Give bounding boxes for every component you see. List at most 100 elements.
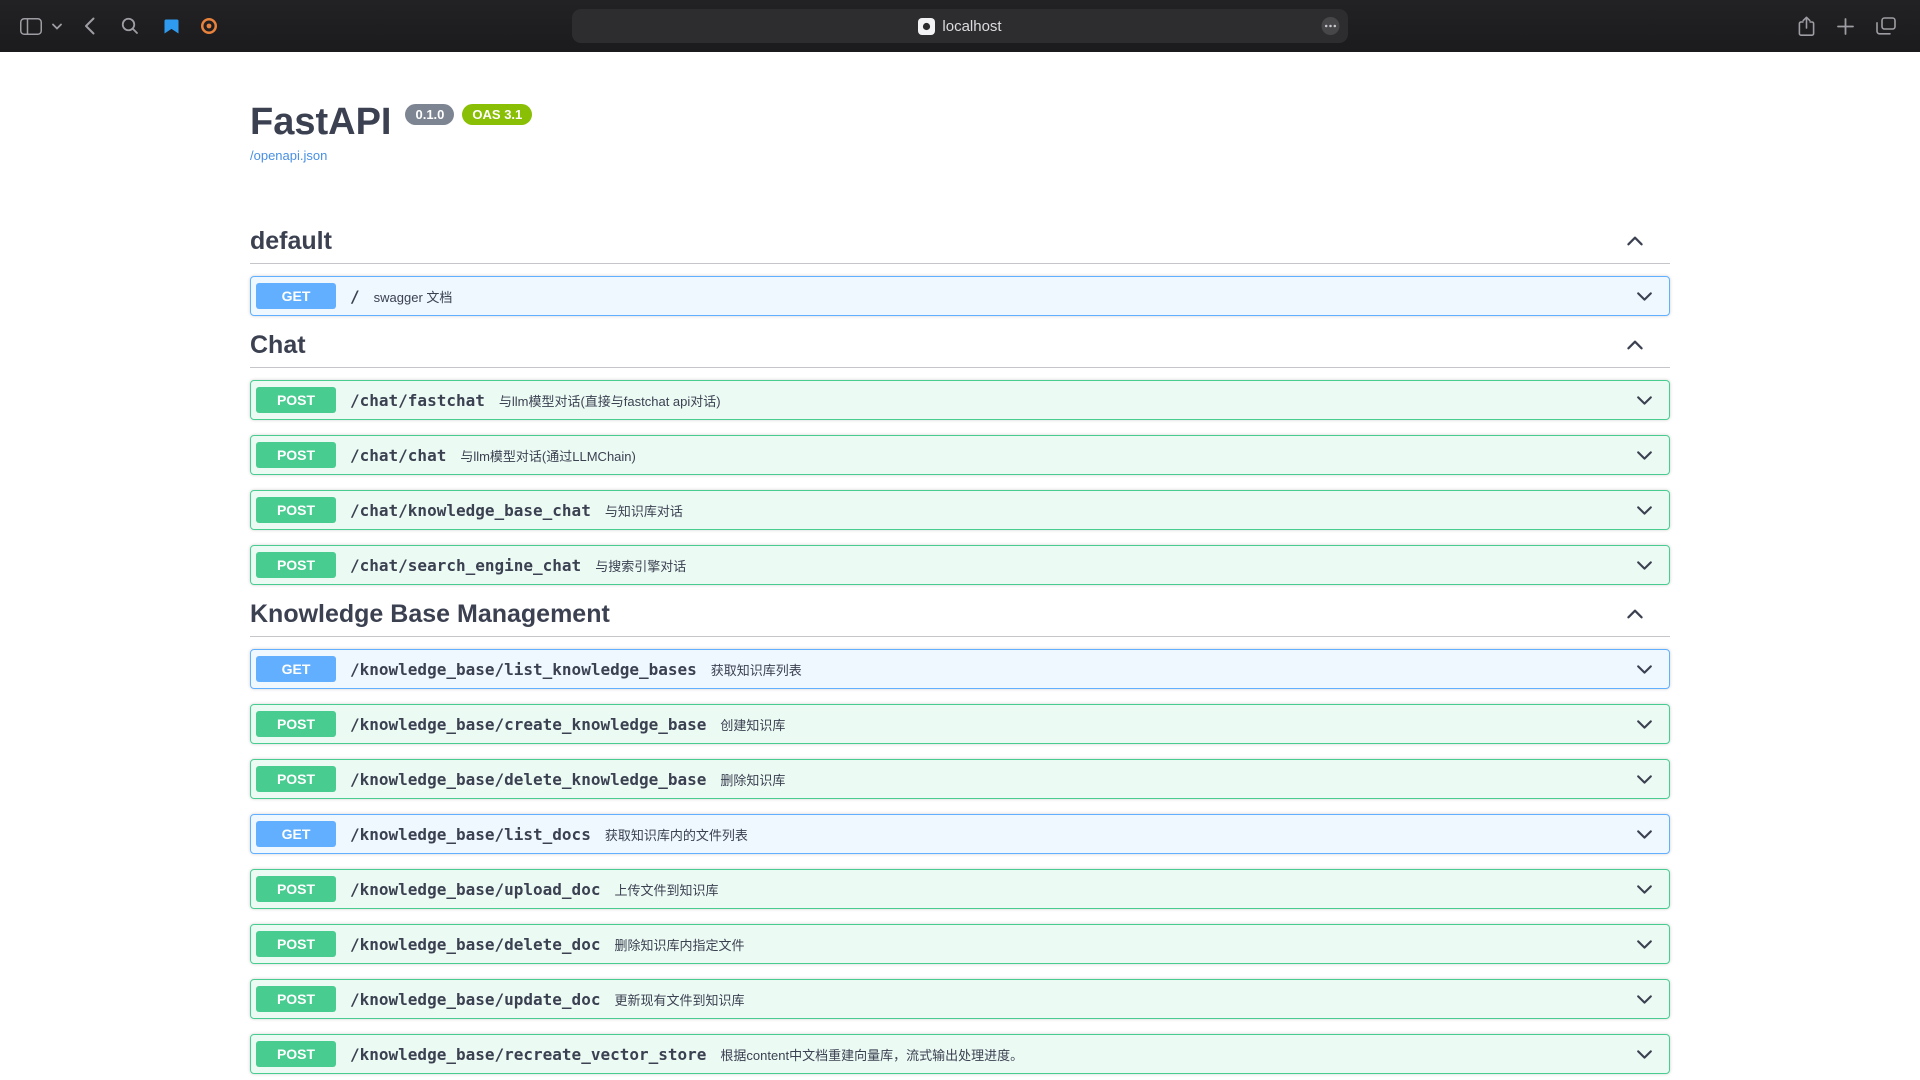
opblock-post-/chat/fastchat[interactable]: POST /chat/fastchat 与llm模型对话(直接与fastchat…	[250, 380, 1670, 420]
api-title-row: FastAPI 0.1.0 OAS 3.1	[250, 100, 1670, 144]
orange-extension-icon	[200, 17, 218, 35]
url-text: localhost	[942, 18, 1001, 35]
section-title: Chat	[250, 331, 306, 359]
op-description: 获取知识库内的文件列表	[605, 825, 748, 844]
browser-toolbar: localhost	[0, 0, 1920, 52]
chevron-down-icon	[1634, 989, 1655, 1010]
sidebar-toggle-button[interactable]	[18, 12, 44, 41]
orange-extension-button[interactable]	[194, 11, 224, 41]
opblock-post-/chat/knowledge_base_chat[interactable]: POST /chat/knowledge_base_chat 与知识库对话	[250, 490, 1670, 530]
expand-operation-button[interactable]	[1634, 555, 1655, 576]
method-badge: POST	[256, 711, 336, 737]
opblock-get-/knowledge_base/list_docs[interactable]: GET /knowledge_base/list_docs 获取知识库内的文件列…	[250, 814, 1670, 854]
chevron-down-icon	[52, 23, 62, 30]
share-button[interactable]	[1792, 10, 1821, 43]
opblock-post-/knowledge_base/update_doc[interactable]: POST /knowledge_base/update_doc 更新现有文件到知…	[250, 979, 1670, 1019]
op-description: 与llm模型对话(直接与fastchat api对话)	[499, 391, 721, 410]
page-settings-button[interactable]	[1321, 17, 1340, 36]
op-description: 上传文件到知识库	[614, 880, 718, 899]
url-bar[interactable]: localhost	[572, 9, 1348, 43]
section-collapse-button[interactable]	[1624, 603, 1646, 625]
op-path: /knowledge_base/update_doc	[350, 990, 600, 1009]
site-favicon-icon	[918, 18, 935, 35]
opblock-post-/chat/chat[interactable]: POST /chat/chat 与llm模型对话(通过LLMChain)	[250, 435, 1670, 475]
expand-operation-button[interactable]	[1634, 390, 1655, 411]
chevron-down-icon	[1634, 555, 1655, 576]
tab-group-chevron-button[interactable]	[50, 17, 64, 36]
toolbar-right-group	[1792, 10, 1902, 43]
method-badge: GET	[256, 283, 336, 309]
blue-extension-icon	[163, 18, 180, 35]
method-badge: POST	[256, 876, 336, 902]
section-title: Knowledge Base Management	[250, 600, 610, 628]
opblock-post-/knowledge_base/create_knowledge_base[interactable]: POST /knowledge_base/create_knowledge_ba…	[250, 704, 1670, 744]
op-path: /knowledge_base/delete_knowledge_base	[350, 770, 706, 789]
chevron-down-icon	[1634, 390, 1655, 411]
opblock-post-/knowledge_base/delete_knowledge_base[interactable]: POST /knowledge_base/delete_knowledge_ba…	[250, 759, 1670, 799]
chevron-down-icon	[1634, 286, 1655, 307]
opblock-get-/knowledge_base/list_knowledge_bases[interactable]: GET /knowledge_base/list_knowledge_bases…	[250, 649, 1670, 689]
oas-badge: OAS 3.1	[462, 104, 532, 125]
opblock-post-/chat/search_engine_chat[interactable]: POST /chat/search_engine_chat 与搜索引擎对话	[250, 545, 1670, 585]
expand-operation-button[interactable]	[1634, 500, 1655, 521]
section-operations: GET / swagger 文档	[250, 264, 1670, 316]
op-description: 与搜索引擎对话	[595, 556, 686, 575]
op-path: /chat/knowledge_base_chat	[350, 501, 591, 520]
op-path: /chat/fastchat	[350, 391, 485, 410]
method-badge: POST	[256, 497, 336, 523]
method-badge: POST	[256, 552, 336, 578]
share-icon	[1798, 16, 1815, 37]
expand-operation-button[interactable]	[1634, 934, 1655, 955]
section-operations: POST /chat/fastchat 与llm模型对话(直接与fastchat…	[250, 368, 1670, 585]
opblock-post-/knowledge_base/recreate_vector_store[interactable]: POST /knowledge_base/recreate_vector_sto…	[250, 1034, 1670, 1074]
expand-operation-button[interactable]	[1634, 879, 1655, 900]
api-title: FastAPI	[250, 100, 391, 144]
chevron-down-icon	[1634, 714, 1655, 735]
ellipsis-icon	[1321, 17, 1340, 36]
chevron-down-icon	[1634, 824, 1655, 845]
api-sections: default GET / swagger 文档 Chat POST /chat…	[250, 227, 1670, 1074]
toolbar-left-group	[18, 11, 224, 41]
method-badge: POST	[256, 442, 336, 468]
chevron-down-icon	[1634, 879, 1655, 900]
expand-operation-button[interactable]	[1634, 445, 1655, 466]
api-section-default: default GET / swagger 文档	[250, 227, 1670, 316]
op-description: 与知识库对话	[605, 501, 683, 520]
section-header[interactable]: Chat	[250, 331, 1670, 368]
section-collapse-button[interactable]	[1624, 230, 1646, 252]
api-section-knowledge-base-management: Knowledge Base Management GET /knowledge…	[250, 600, 1670, 1074]
chevron-down-icon	[1634, 934, 1655, 955]
op-description: swagger 文档	[374, 287, 453, 306]
opblock-post-/knowledge_base/delete_doc[interactable]: POST /knowledge_base/delete_doc 删除知识库内指定…	[250, 924, 1670, 964]
expand-operation-button[interactable]	[1634, 659, 1655, 680]
op-description: 创建知识库	[720, 715, 785, 734]
expand-operation-button[interactable]	[1634, 714, 1655, 735]
expand-operation-button[interactable]	[1634, 824, 1655, 845]
op-path: /knowledge_base/recreate_vector_store	[350, 1045, 706, 1064]
op-path: /knowledge_base/upload_doc	[350, 880, 600, 899]
plus-icon	[1837, 18, 1854, 35]
section-collapse-button[interactable]	[1624, 334, 1646, 356]
section-header[interactable]: Knowledge Base Management	[250, 600, 1670, 637]
chevron-up-icon	[1624, 603, 1646, 625]
method-badge: POST	[256, 1041, 336, 1067]
opblock-get-/[interactable]: GET / swagger 文档	[250, 276, 1670, 316]
new-tab-button[interactable]	[1831, 12, 1860, 41]
version-badge: 0.1.0	[405, 104, 454, 125]
openapi-json-link[interactable]: /openapi.json	[250, 148, 327, 163]
opblock-post-/knowledge_base/upload_doc[interactable]: POST /knowledge_base/upload_doc 上传文件到知识库	[250, 869, 1670, 909]
section-header[interactable]: default	[250, 227, 1670, 264]
expand-operation-button[interactable]	[1634, 989, 1655, 1010]
method-badge: GET	[256, 656, 336, 682]
chevron-down-icon	[1634, 659, 1655, 680]
expand-operation-button[interactable]	[1634, 1044, 1655, 1065]
method-badge: POST	[256, 931, 336, 957]
expand-operation-button[interactable]	[1634, 769, 1655, 790]
section-title: default	[250, 227, 332, 255]
op-description: 删除知识库	[720, 770, 785, 789]
back-button[interactable]	[78, 11, 101, 41]
search-button[interactable]	[115, 11, 145, 41]
expand-operation-button[interactable]	[1634, 286, 1655, 307]
blue-extension-button[interactable]	[157, 12, 186, 41]
tab-overview-button[interactable]	[1870, 11, 1902, 41]
